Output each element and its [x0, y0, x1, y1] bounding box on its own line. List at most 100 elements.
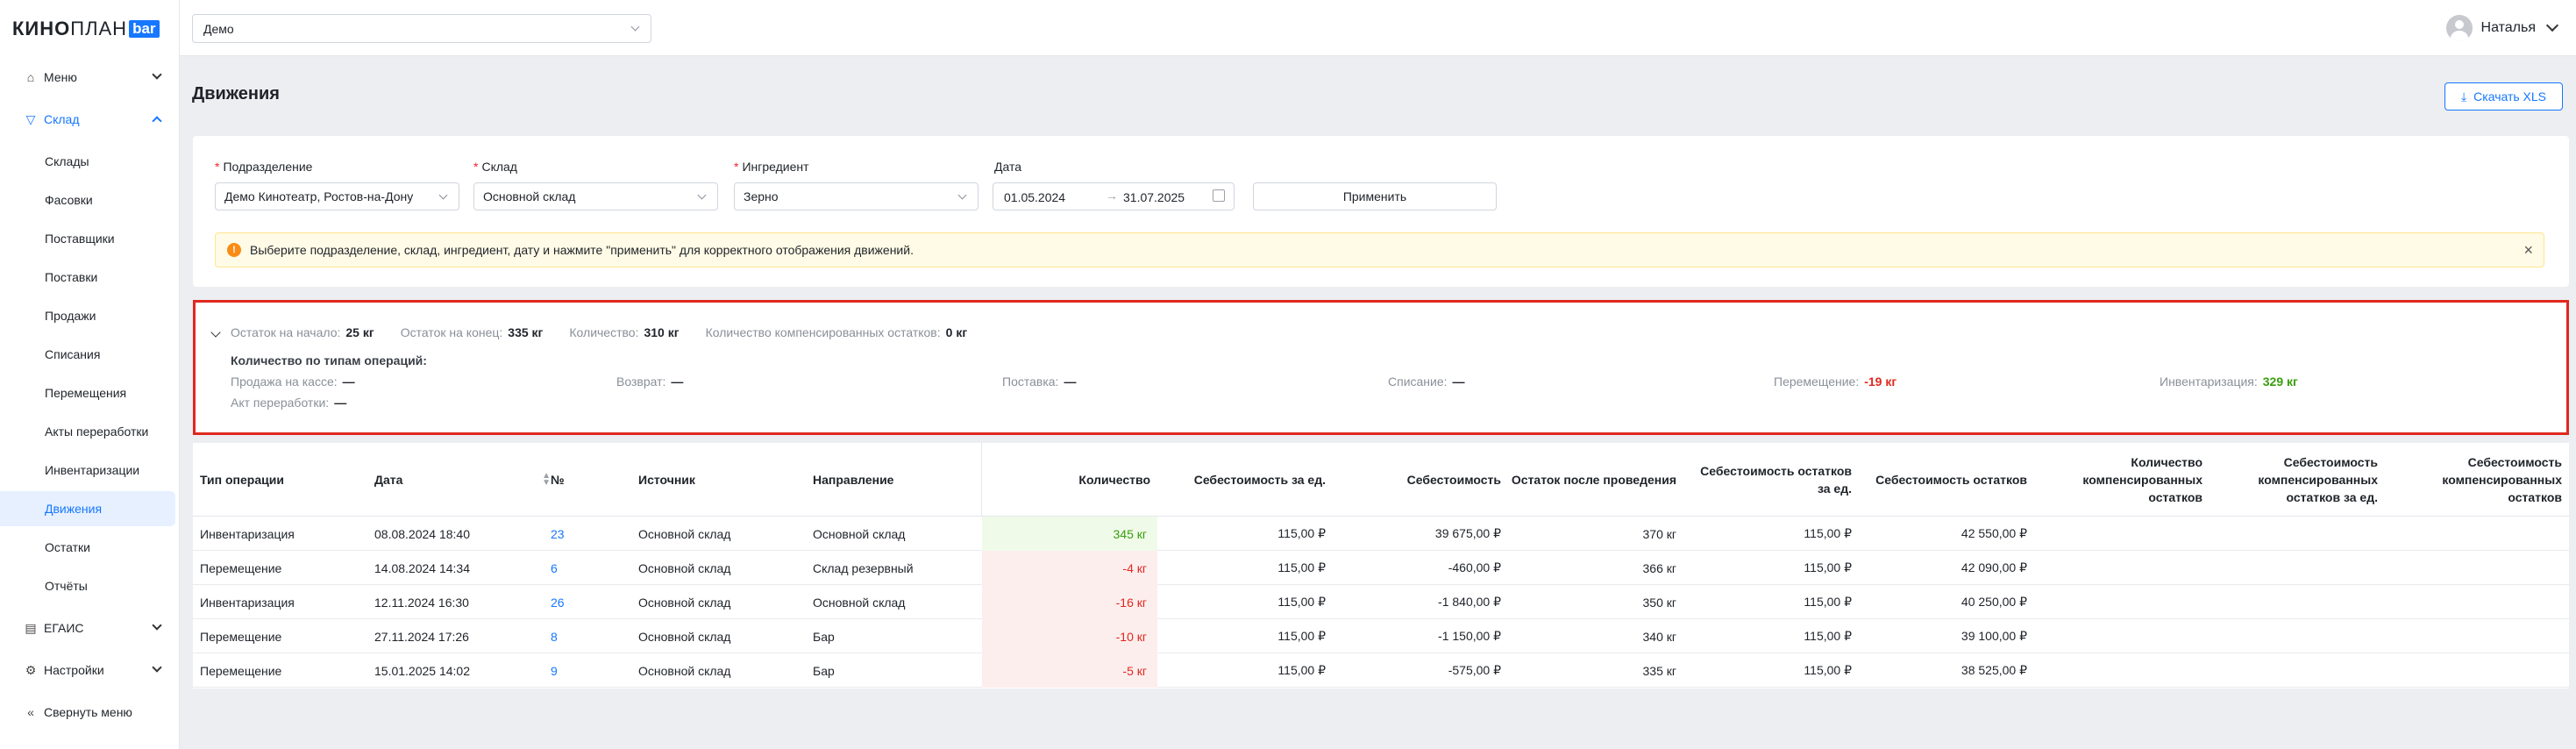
sidebar-subitem-sklady[interactable]: Склады [0, 144, 175, 179]
col-comp-unit-cost[interactable]: Себестоимость компенсированных остатков … [2210, 443, 2378, 517]
alert-text: Выберите подразделение, склад, ингредиен… [250, 243, 914, 257]
col-direction[interactable]: Направление [813, 443, 979, 517]
col-source[interactable]: Источник [638, 443, 805, 517]
sidebar-item-egais[interactable]: ▤ ЕГАИС [0, 611, 180, 645]
calendar-icon [1213, 189, 1225, 202]
chevron-down-icon [957, 190, 967, 200]
avatar [2445, 15, 2473, 41]
col-unit-cost[interactable]: Себестоимость за ед. [1157, 443, 1326, 517]
apply-button[interactable]: Применить [1253, 182, 1497, 210]
chevron-down-icon [697, 190, 707, 200]
sidebar-subitem-prodazhi[interactable]: Продажи [0, 298, 175, 333]
op-supply: Поставка: — [1002, 374, 1077, 389]
col-rest-cost[interactable]: Себестоимость остатков [1859, 443, 2027, 517]
sidebar-subitem-dvizheniya[interactable]: Движения [0, 491, 175, 526]
sidebar-subitem-label: Отчёты [45, 579, 88, 593]
cell-date: 14.08.2024 14:34 [374, 560, 470, 575]
download-xls-button[interactable]: ⤓ Скачать XLS [2444, 82, 2563, 111]
cell-num[interactable]: 9 [551, 653, 630, 688]
sidebar-subitem-postavshiki[interactable]: Поставщики [0, 221, 175, 256]
date-range-input[interactable]: 01.05.2024 → 31.07.2025 [993, 182, 1235, 210]
header-line: Себестоимость [2467, 454, 2562, 469]
sidebar-subitem-inventarizatsii[interactable]: Инвентаризации [0, 453, 175, 488]
sidebar-item-settings[interactable]: ⚙ Настройки [0, 653, 180, 687]
col-date[interactable]: Дата ▲ ▼ [374, 443, 554, 517]
sidebar-subitem-label: Акты переработки [45, 424, 149, 439]
col-number[interactable]: № [551, 443, 630, 517]
col-date-label: Дата [374, 472, 403, 487]
user-name: Наталья [2480, 20, 2536, 35]
cell-rest-unit: 115,00 ₽ [1804, 663, 1852, 677]
sidebar-item-menu[interactable]: ⌂ Меню [0, 61, 180, 94]
col-quantity[interactable]: Количество [982, 443, 1150, 517]
sidebar-subitem-peremesheniya[interactable]: Перемещения [0, 375, 175, 410]
document-icon: ▤ [25, 620, 37, 635]
warehouse-select[interactable]: Основной склад [473, 182, 718, 210]
col-rest-unit-cost[interactable]: Себестоимость остатков за ед. [1683, 443, 1852, 517]
cell-cost: -1 150,00 ₽ [1438, 629, 1501, 643]
sidebar-item-sklad[interactable]: ▽ Склад [0, 103, 180, 136]
sidebar-subitem-postavki[interactable]: Поставки [0, 260, 175, 295]
sidebar-subitem-akty[interactable]: Акты переработки [0, 414, 175, 449]
date-to[interactable]: 31.07.2025 [1123, 190, 1185, 204]
close-icon[interactable]: × [2523, 241, 2533, 260]
movements-table: Тип операции Дата ▲ ▼ № Источник Направле… [193, 443, 2569, 688]
cell-rest: 370 кг [1642, 526, 1676, 541]
table-row[interactable]: -16 кг Инвентаризация 12.11.2024 16:30 26 Ос… [193, 585, 2569, 619]
table-row[interactable]: 345 кг Инвентаризация 08.08.2024 18:40 23 Ос… [193, 517, 2569, 551]
cell-quantity: -5 кг [982, 653, 1157, 688]
topbar: Демо Наталья [180, 0, 2576, 56]
col-rest-after[interactable]: Остаток после проведения [1508, 443, 1676, 517]
cell-source: Основной склад [638, 595, 731, 610]
cell-unit-cost: 115,00 ₽ [1277, 595, 1326, 609]
cell-direction: Основной склад [813, 595, 906, 610]
sidebar-subitem-fasovki[interactable]: Фасовки [0, 182, 175, 218]
division-select[interactable]: Демо Кинотеатр, Ростов-на-Дону [215, 182, 459, 210]
op-writeoff: Списание: — [1388, 374, 1465, 389]
logo[interactable]: КИНО ПЛАН bar [12, 18, 160, 40]
col-comp-cost[interactable]: Себестоимость компенсированных остатков [2385, 443, 2562, 517]
collapse-menu-button[interactable]: « Свернуть меню [0, 696, 180, 729]
date-from[interactable]: 01.05.2024 [1004, 190, 1065, 204]
cell-num[interactable]: 8 [551, 619, 630, 653]
table-row[interactable]: -10 кг Перемещение 27.11.2024 17:26 8 Основн… [193, 619, 2569, 653]
cell-num[interactable]: 23 [551, 517, 630, 551]
table-row[interactable]: -5 кг Перемещение 15.01.2025 14:02 9 Основно… [193, 653, 2569, 688]
chevron-down-icon [630, 22, 640, 32]
warning-alert: ! Выберите подразделение, склад, ингреди… [215, 232, 2544, 268]
cell-num[interactable]: 26 [551, 585, 630, 619]
col-type[interactable]: Тип операции [200, 443, 375, 517]
cell-date: 15.01.2025 14:02 [374, 663, 470, 678]
cell-rest-unit: 115,00 ₽ [1804, 595, 1852, 609]
header-line: компенсированных [2258, 472, 2378, 487]
header-line: компенсированных [2442, 472, 2562, 487]
col-comp-qty[interactable]: Количество компенсированных остатков [2034, 443, 2202, 517]
organization-select[interactable]: Демо [192, 14, 651, 43]
cell-direction: Склад резервный [813, 560, 914, 575]
user-menu[interactable]: Наталья [2445, 14, 2559, 42]
summary-panel: Остаток на начало: 25 кг Остаток на конец… [193, 300, 2569, 435]
table-row[interactable]: -4 кг Перемещение 14.08.2024 14:34 6 Основно… [193, 551, 2569, 585]
cell-num[interactable]: 6 [551, 551, 630, 585]
sidebar-subitem-label: Склады [45, 154, 89, 168]
gear-icon: ⚙ [25, 662, 37, 677]
cell-cost: -575,00 ₽ [1448, 663, 1501, 677]
sidebar-subitem-otchety[interactable]: Отчёты [0, 568, 175, 603]
cell-rest-unit: 115,00 ₽ [1804, 526, 1852, 540]
cell-rest: 340 кг [1642, 629, 1676, 644]
chevron-down-icon[interactable] [210, 327, 221, 338]
sidebar-subitem-spisaniya[interactable]: Списания [0, 337, 175, 372]
sidebar-subitem-label: Остатки [45, 540, 90, 554]
col-cost[interactable]: Себестоимость [1333, 443, 1501, 517]
chevron-down-icon [152, 69, 162, 80]
sidebar-subitem-label: Движения [45, 502, 103, 516]
ops-title: Количество по типам операций: [231, 353, 427, 367]
sort-icon[interactable]: ▲ ▼ [542, 471, 551, 487]
header-line: Себестоимость [2283, 454, 2378, 469]
cell-rest-unit: 115,00 ₽ [1804, 560, 1852, 574]
cell-type: Инвентаризация [200, 595, 295, 610]
chevron-down-icon [152, 620, 162, 631]
ingredient-select[interactable]: Зерно [734, 182, 978, 210]
cell-quantity: -16 кг [982, 585, 1157, 619]
sidebar-subitem-ostatki[interactable]: Остатки [0, 530, 175, 565]
